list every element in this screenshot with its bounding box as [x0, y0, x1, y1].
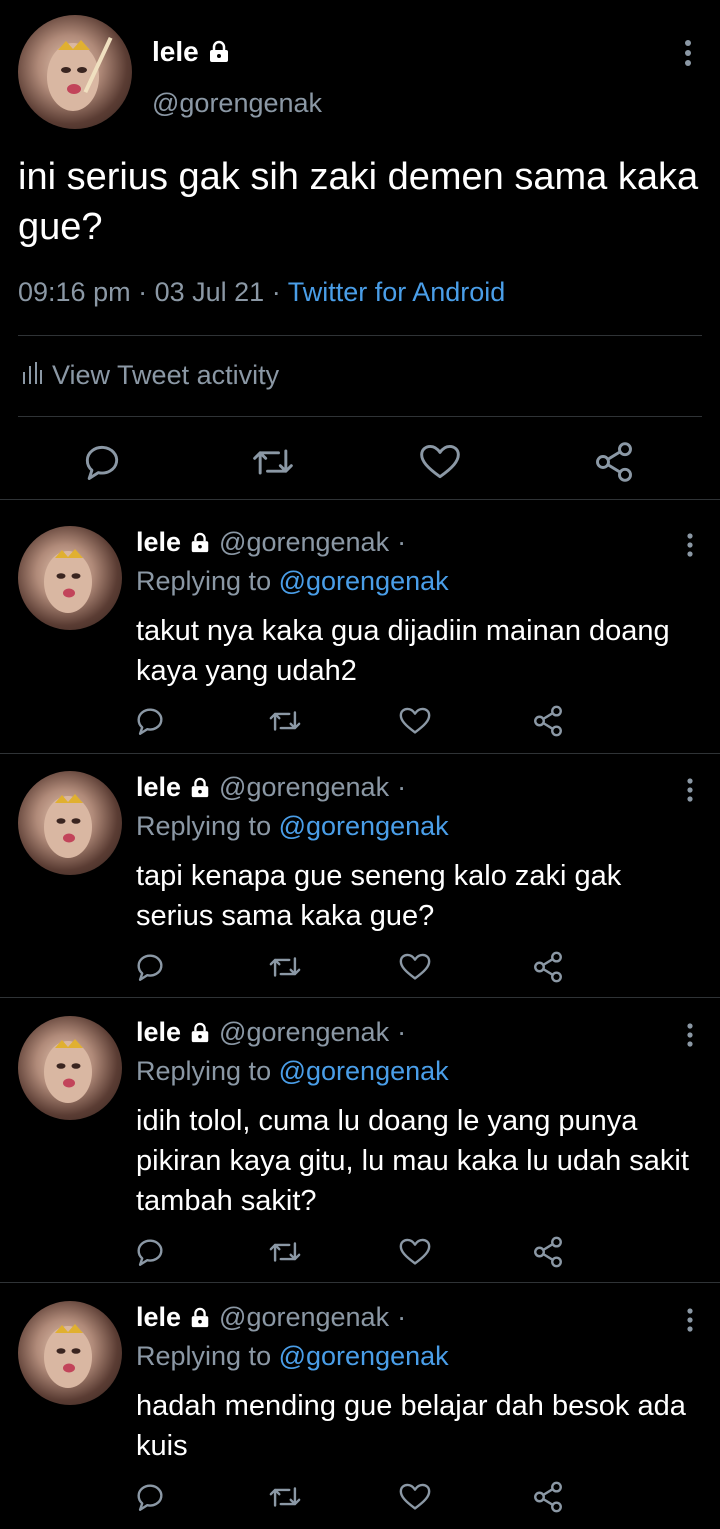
- header-separator: ·: [397, 527, 407, 557]
- tweet-time: 09:16 pm: [18, 277, 131, 307]
- author-handle[interactable]: @gorengenak: [152, 88, 322, 119]
- share-icon[interactable]: [531, 704, 565, 738]
- retweet-icon[interactable]: [268, 704, 302, 738]
- more-options-icon[interactable]: [680, 1022, 700, 1048]
- lock-icon: [207, 40, 231, 64]
- replying-to-link[interactable]: @gorengenak: [279, 1056, 449, 1086]
- share-icon[interactable]: [531, 1235, 565, 1269]
- avatar-image: [44, 1324, 92, 1388]
- replying-to-line: Replying to @gorengenak: [136, 1056, 449, 1087]
- reply-actions: [0, 1480, 720, 1520]
- reply-text: takut nya kaka gua dijadiin mainan doang…: [136, 615, 670, 687]
- header-separator: ·: [397, 772, 407, 802]
- reply-actions: [0, 704, 720, 744]
- like-icon[interactable]: [398, 704, 432, 738]
- tweet-text: ini serius gak sih zaki demen sama kaka …: [18, 156, 699, 248]
- avatar-image: [44, 549, 92, 613]
- reply-icon[interactable]: [133, 1480, 167, 1514]
- divider: [18, 335, 702, 336]
- share-icon[interactable]: [531, 950, 565, 984]
- author-name-row[interactable]: lele: [152, 36, 231, 68]
- tweet-client-link[interactable]: Twitter for Android: [288, 277, 506, 307]
- analytics-icon: [22, 360, 42, 391]
- view-tweet-activity-link[interactable]: View Tweet activity: [22, 360, 279, 391]
- author-handle[interactable]: @gorengenak: [219, 1302, 389, 1333]
- author-name[interactable]: lele: [136, 1017, 181, 1048]
- more-options-icon[interactable]: [680, 777, 700, 803]
- reply-text: hadah mending gue belajar dah besok ada …: [136, 1390, 686, 1462]
- more-options-icon[interactable]: [680, 1307, 700, 1333]
- avatar-image: [47, 36, 113, 111]
- tweet-actions: [0, 425, 720, 495]
- author-handle[interactable]: @gorengenak: [219, 772, 389, 803]
- reply-icon[interactable]: [133, 704, 167, 738]
- avatar-image: [44, 1039, 92, 1103]
- replying-to-line: Replying to @gorengenak: [136, 566, 449, 597]
- avatar[interactable]: [18, 15, 132, 129]
- replying-prefix: Replying to: [136, 811, 272, 841]
- reply-actions: [0, 950, 720, 990]
- avatar[interactable]: [18, 1301, 122, 1405]
- reply-icon[interactable]: [133, 950, 167, 984]
- activity-label: View Tweet activity: [52, 360, 280, 390]
- header-separator: ·: [397, 1017, 407, 1047]
- replying-to-link[interactable]: @gorengenak: [279, 1341, 449, 1371]
- retweet-icon[interactable]: [268, 950, 302, 984]
- retweet-icon[interactable]: [268, 1480, 302, 1514]
- replying-prefix: Replying to: [136, 1056, 272, 1086]
- author-name[interactable]: lele: [136, 527, 181, 558]
- replying-to-link[interactable]: @gorengenak: [279, 811, 449, 841]
- tweet-thread-page: lele @gorengenak ini serius gak sih zaki…: [0, 0, 720, 1529]
- avatar[interactable]: [18, 1016, 122, 1120]
- avatar[interactable]: [18, 526, 122, 630]
- like-icon[interactable]: [398, 1235, 432, 1269]
- reply-tweet[interactable]: lele @gorengenak · Replying to @gorengen…: [0, 745, 720, 998]
- retweet-icon[interactable]: [251, 440, 295, 484]
- main-tweet: lele @gorengenak ini serius gak sih zaki…: [0, 0, 720, 500]
- replying-to-line: Replying to @gorengenak: [136, 811, 449, 842]
- author-handle[interactable]: @gorengenak: [219, 1017, 389, 1048]
- share-icon[interactable]: [531, 1480, 565, 1514]
- header-separator: ·: [397, 1302, 407, 1332]
- like-icon[interactable]: [398, 1480, 432, 1514]
- retweet-icon[interactable]: [268, 1235, 302, 1269]
- reply-tweet[interactable]: lele @gorengenak · Replying to @gorengen…: [0, 500, 720, 753]
- author-name: lele: [152, 36, 199, 67]
- reply-icon[interactable]: [80, 440, 124, 484]
- author-name[interactable]: lele: [136, 1302, 181, 1333]
- lock-icon: [189, 1307, 211, 1329]
- tweet-meta: 09:16 pm · 03 Jul 21 · Twitter for Andro…: [18, 277, 505, 308]
- replying-to-line: Replying to @gorengenak: [136, 1341, 449, 1372]
- more-options-icon[interactable]: [676, 38, 700, 68]
- meta-separator: ·: [271, 277, 288, 307]
- like-icon[interactable]: [398, 950, 432, 984]
- like-icon[interactable]: [418, 440, 462, 484]
- replying-prefix: Replying to: [136, 1341, 272, 1371]
- reply-header: lele @gorengenak ·: [136, 772, 406, 803]
- replying-prefix: Replying to: [136, 566, 272, 596]
- reply-tweet[interactable]: lele @gorengenak · Replying to @gorengen…: [0, 990, 720, 1283]
- lock-icon: [189, 532, 211, 554]
- avatar[interactable]: [18, 771, 122, 875]
- replying-to-link[interactable]: @gorengenak: [279, 566, 449, 596]
- more-options-icon[interactable]: [680, 532, 700, 558]
- reply-actions: [0, 1235, 720, 1275]
- lock-icon: [189, 777, 211, 799]
- reply-text: tapi kenapa gue seneng kalo zaki gak ser…: [136, 860, 622, 932]
- share-icon[interactable]: [592, 440, 636, 484]
- reply-icon[interactable]: [133, 1235, 167, 1269]
- meta-separator: ·: [138, 277, 155, 307]
- reply-header: lele @gorengenak ·: [136, 1302, 406, 1333]
- reply-header: lele @gorengenak ·: [136, 527, 406, 558]
- author-handle[interactable]: @gorengenak: [219, 527, 389, 558]
- author-name[interactable]: lele: [136, 772, 181, 803]
- reply-text: idih tolol, cuma lu doang le yang punya …: [136, 1105, 689, 1217]
- reply-header: lele @gorengenak ·: [136, 1017, 406, 1048]
- divider: [18, 416, 702, 417]
- avatar-image: [44, 794, 92, 858]
- reply-tweet[interactable]: lele @gorengenak · Replying to @gorengen…: [0, 1275, 720, 1529]
- tweet-date: 03 Jul 21: [154, 277, 265, 307]
- lock-icon: [189, 1022, 211, 1044]
